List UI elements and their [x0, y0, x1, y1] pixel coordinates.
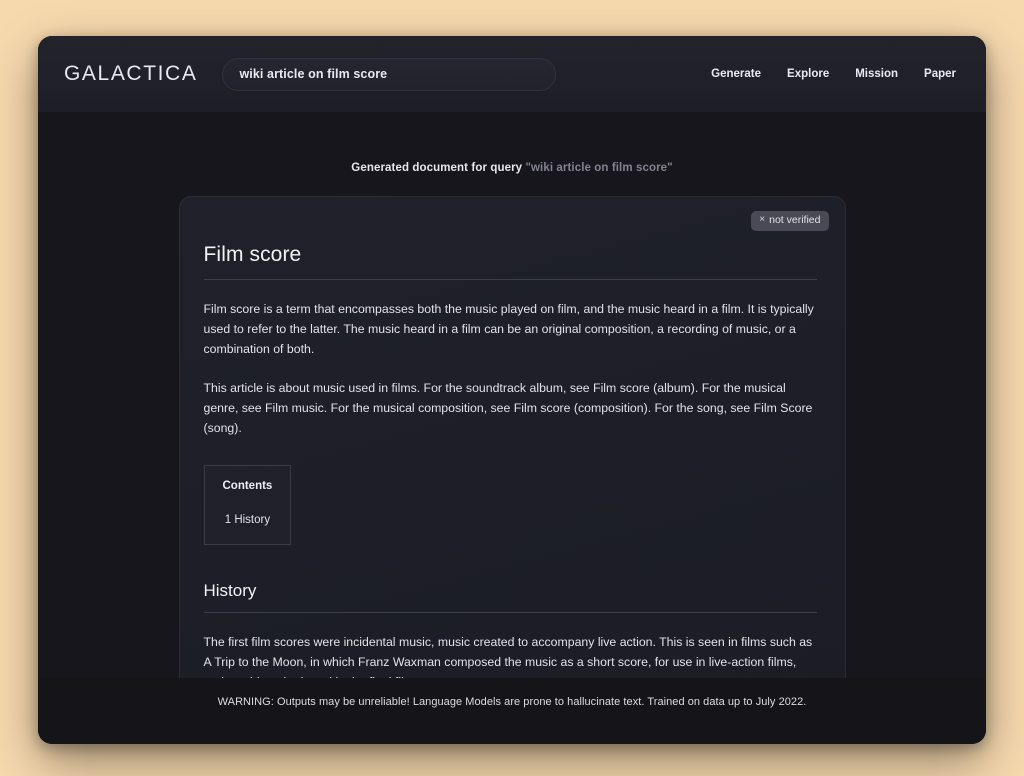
- status-badge-label: not verified: [769, 214, 821, 226]
- contents-box: Contents 1 History: [203, 465, 292, 545]
- status-badge[interactable]: × not verified: [751, 211, 829, 231]
- nav-link-paper[interactable]: Paper: [924, 68, 956, 80]
- contents-item-history[interactable]: 1 History: [223, 514, 273, 526]
- app-header: GALACTICA wiki article on film score Gen…: [38, 36, 986, 112]
- nav-link-explore[interactable]: Explore: [787, 68, 829, 80]
- article-paragraph-1: Film score is a term that encompasses bo…: [203, 302, 814, 356]
- nav-link-mission[interactable]: Mission: [855, 68, 898, 80]
- contents-title: Contents: [222, 480, 273, 492]
- search-container: wiki article on film score: [222, 57, 557, 91]
- query-banner-query: "wiki article on film score": [525, 162, 673, 174]
- section-title: History: [203, 581, 257, 600]
- section-divider: [203, 612, 817, 613]
- page-title: Film score: [203, 243, 302, 266]
- search-input[interactable]: wiki article on film score: [222, 57, 557, 91]
- article-card: × not verified Film score Film score is …: [178, 196, 846, 744]
- app-window: GALACTICA wiki article on film score Gen…: [38, 36, 986, 744]
- search-input-value: wiki article on film score: [239, 67, 388, 81]
- main-content: Generated document for query "wiki artic…: [38, 162, 986, 744]
- article-paragraph-2: This article is about music used in film…: [203, 381, 813, 435]
- main-nav: Generate Explore Mission Paper: [711, 68, 960, 80]
- brand-logo[interactable]: GALACTICA: [62, 62, 197, 86]
- query-banner: Generated document for query "wiki artic…: [38, 162, 986, 174]
- app-footer: WARNING: Outputs may be unreliable! Lang…: [38, 678, 986, 744]
- close-icon: ×: [759, 214, 766, 226]
- title-divider: [203, 279, 817, 280]
- nav-link-generate[interactable]: Generate: [711, 68, 761, 80]
- footer-warning: WARNING: Outputs may be unreliable! Lang…: [217, 696, 807, 708]
- query-banner-prefix: Generated document for query: [351, 162, 523, 174]
